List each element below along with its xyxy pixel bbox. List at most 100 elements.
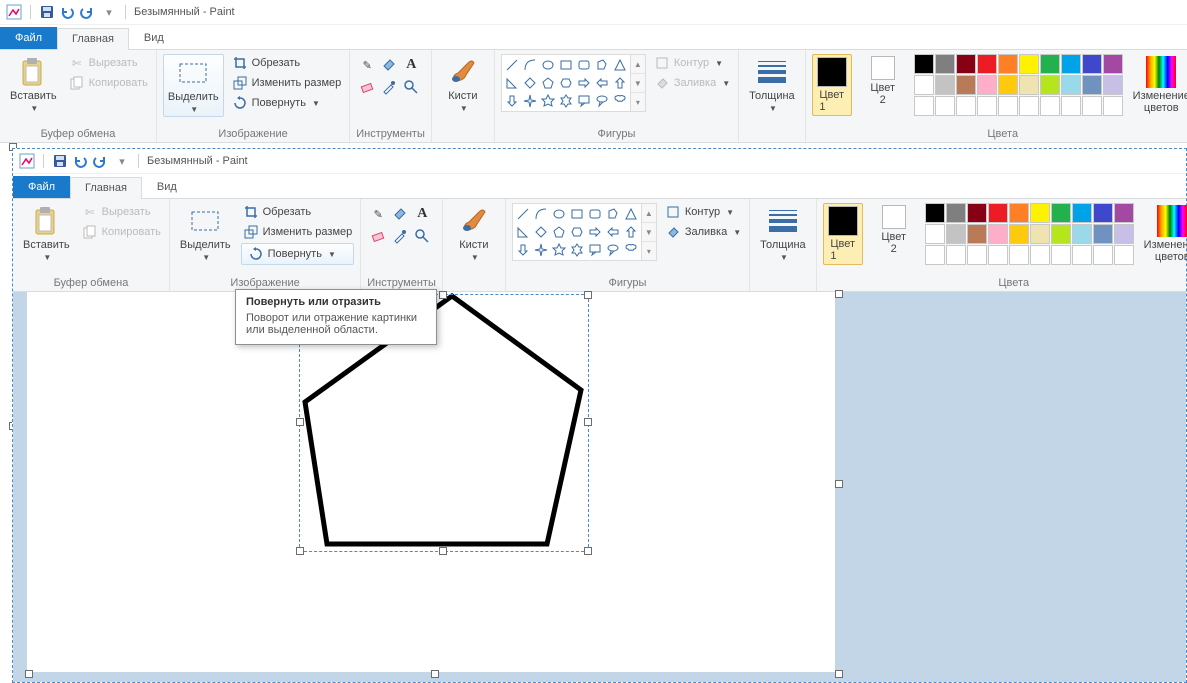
palette-swatch[interactable] bbox=[998, 75, 1018, 95]
eraser-tool[interactable] bbox=[356, 76, 378, 98]
palette-swatch[interactable] bbox=[925, 203, 945, 223]
palette-swatch[interactable] bbox=[977, 75, 997, 95]
copy-button[interactable]: Копировать bbox=[80, 223, 163, 241]
paste-button[interactable]: Вставить▼ bbox=[19, 203, 74, 264]
shapes-gallery[interactable]: ▲▼▾ bbox=[512, 203, 657, 261]
palette-swatch[interactable] bbox=[914, 54, 934, 74]
thickness-button[interactable]: Толщина ▼ bbox=[745, 54, 799, 115]
palette-swatch[interactable] bbox=[1040, 54, 1060, 74]
crop-button[interactable]: Обрезать bbox=[230, 54, 344, 72]
fill-button[interactable]: Заливка▼ bbox=[663, 223, 743, 241]
palette-swatch[interactable] bbox=[956, 54, 976, 74]
palette-swatch[interactable] bbox=[1072, 203, 1092, 223]
scroll-down-icon[interactable]: ▼ bbox=[631, 74, 645, 93]
shape-arrow-d[interactable] bbox=[503, 92, 521, 110]
edit-colors-button[interactable]: Изменение цветов bbox=[1129, 54, 1187, 116]
palette-swatch[interactable] bbox=[935, 54, 955, 74]
tab-file[interactable]: Файл bbox=[13, 176, 70, 198]
palette-swatch[interactable] bbox=[1061, 54, 1081, 74]
palette-swatch[interactable] bbox=[1093, 245, 1113, 265]
zoom-tool[interactable] bbox=[400, 76, 422, 98]
palette-swatch[interactable] bbox=[1019, 54, 1039, 74]
shape-rect[interactable] bbox=[557, 56, 575, 74]
scroll-more-icon[interactable]: ▾ bbox=[631, 93, 645, 111]
palette-swatch[interactable] bbox=[977, 54, 997, 74]
shape-line[interactable] bbox=[503, 56, 521, 74]
palette-swatch[interactable] bbox=[1072, 245, 1092, 265]
shape-arrow-d[interactable] bbox=[514, 241, 532, 259]
palette-swatch[interactable] bbox=[1009, 203, 1029, 223]
shape-star6[interactable] bbox=[568, 241, 586, 259]
scroll-up-icon[interactable]: ▲ bbox=[631, 55, 645, 74]
shape-callout-rect[interactable] bbox=[586, 241, 604, 259]
cut-button[interactable]: ✄Вырезать bbox=[80, 203, 163, 221]
palette-swatch[interactable] bbox=[1082, 75, 1102, 95]
shape-right-tri[interactable] bbox=[503, 74, 521, 92]
thickness-button[interactable]: Толщина▼ bbox=[756, 203, 810, 264]
fill-button[interactable]: Заливка▼ bbox=[652, 74, 732, 92]
color-palette[interactable] bbox=[914, 54, 1123, 116]
palette-swatch[interactable] bbox=[1040, 75, 1060, 95]
canvas[interactable] bbox=[27, 292, 835, 672]
palette-swatch[interactable] bbox=[946, 203, 966, 223]
palette-swatch[interactable] bbox=[988, 245, 1008, 265]
shape-curve[interactable] bbox=[532, 205, 550, 223]
palette-swatch[interactable] bbox=[925, 245, 945, 265]
shape-diamond[interactable] bbox=[521, 74, 539, 92]
palette-swatch[interactable] bbox=[1082, 96, 1102, 116]
shape-star4[interactable] bbox=[521, 92, 539, 110]
palette-swatch[interactable] bbox=[1103, 54, 1123, 74]
shape-arrow-l[interactable] bbox=[593, 74, 611, 92]
pencil-tool[interactable]: ✎ bbox=[367, 203, 389, 225]
select-button[interactable]: Выделить ▼ bbox=[163, 54, 224, 117]
shape-arrow-r[interactable] bbox=[586, 223, 604, 241]
palette-swatch[interactable] bbox=[1103, 75, 1123, 95]
qat-customize-icon[interactable]: ▾ bbox=[101, 4, 117, 20]
select-button[interactable]: Выделить▼ bbox=[176, 203, 235, 264]
shape-callout-cloud[interactable] bbox=[622, 241, 640, 259]
rotate-button[interactable]: Повернуть▼ bbox=[241, 243, 355, 265]
shape-callout-cloud[interactable] bbox=[611, 92, 629, 110]
brushes-button[interactable]: Кисти▼ bbox=[449, 203, 499, 264]
shape-curve[interactable] bbox=[521, 56, 539, 74]
color2-button[interactable]: Цвет 2 bbox=[858, 54, 908, 108]
palette-swatch[interactable] bbox=[914, 96, 934, 116]
palette-swatch[interactable] bbox=[1061, 75, 1081, 95]
palette-swatch[interactable] bbox=[967, 245, 987, 265]
palette-swatch[interactable] bbox=[1082, 54, 1102, 74]
text-tool[interactable]: A bbox=[400, 54, 422, 76]
palette-swatch[interactable] bbox=[956, 75, 976, 95]
palette-swatch[interactable] bbox=[1030, 224, 1050, 244]
palette-swatch[interactable] bbox=[998, 54, 1018, 74]
fill-tool[interactable] bbox=[378, 54, 400, 76]
shape-arrow-l[interactable] bbox=[604, 223, 622, 241]
palette-swatch[interactable] bbox=[914, 75, 934, 95]
palette-swatch[interactable] bbox=[956, 96, 976, 116]
edit-colors-button[interactable]: Изменение цветов bbox=[1140, 203, 1187, 265]
shape-hexagon[interactable] bbox=[568, 223, 586, 241]
shape-line[interactable] bbox=[514, 205, 532, 223]
picker-tool[interactable] bbox=[378, 76, 400, 98]
palette-swatch[interactable] bbox=[1114, 245, 1134, 265]
shape-arrow-u[interactable] bbox=[622, 223, 640, 241]
shape-polygon[interactable] bbox=[593, 56, 611, 74]
save-icon[interactable] bbox=[39, 4, 55, 20]
shape-oval[interactable] bbox=[539, 56, 557, 74]
copy-button[interactable]: Копировать bbox=[67, 74, 150, 92]
brushes-button[interactable]: Кисти ▼ bbox=[438, 54, 488, 115]
palette-swatch[interactable] bbox=[967, 203, 987, 223]
shape-triangle[interactable] bbox=[622, 205, 640, 223]
shape-pentagon[interactable] bbox=[539, 74, 557, 92]
palette-swatch[interactable] bbox=[1051, 224, 1071, 244]
color-palette[interactable] bbox=[925, 203, 1134, 265]
shape-star5[interactable] bbox=[550, 241, 568, 259]
palette-swatch[interactable] bbox=[1072, 224, 1092, 244]
resize-button[interactable]: Изменить размер bbox=[230, 74, 344, 92]
color1-button[interactable]: Цвет 1 bbox=[812, 54, 852, 116]
palette-swatch[interactable] bbox=[946, 245, 966, 265]
shape-star5[interactable] bbox=[539, 92, 557, 110]
palette-swatch[interactable] bbox=[1093, 224, 1113, 244]
resize-button[interactable]: Изменить размер bbox=[241, 223, 355, 241]
shape-oval[interactable] bbox=[550, 205, 568, 223]
cut-button[interactable]: ✄ Вырезать bbox=[67, 54, 150, 72]
